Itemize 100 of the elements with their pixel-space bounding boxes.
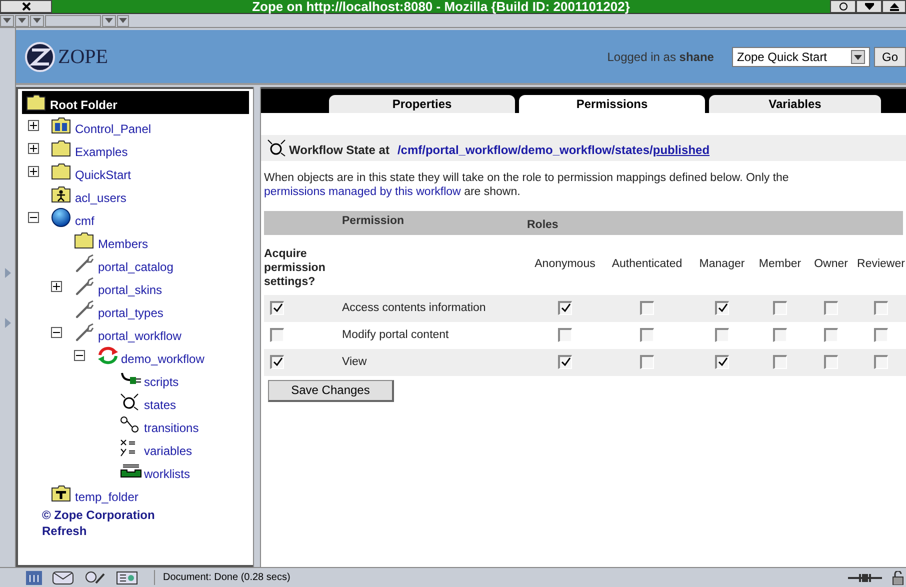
window-button[interactable]: [882, 0, 906, 13]
expand-toggle[interactable]: [28, 120, 39, 131]
checkbox[interactable]: [773, 300, 787, 315]
heading-label: Workflow State at: [289, 142, 390, 159]
logo-text: ZOPE: [58, 46, 108, 66]
status-text: Document: Done (0.28 secs): [154, 570, 838, 585]
tree-item-link[interactable]: Control_Panel: [75, 116, 152, 134]
toolbar-grip[interactable]: [30, 14, 44, 26]
checkbox[interactable]: [640, 328, 654, 342]
go-button[interactable]: Go: [874, 46, 906, 66]
checkbox[interactable]: [558, 300, 572, 315]
checkbox[interactable]: [773, 354, 787, 369]
checkbox[interactable]: [824, 328, 838, 342]
path-link[interactable]: published: [652, 137, 710, 159]
acquire-heading: Acquire permission settings?: [264, 235, 342, 295]
path-link[interactable]: /cmf/portal_workflow/demo_workflow/states/: [397, 137, 653, 159]
checkbox[interactable]: [270, 354, 284, 369]
tab[interactable]: Permissions: [519, 95, 705, 113]
tab[interactable]: Properties: [329, 95, 515, 113]
quick-start-select[interactable]: Zope Quick Start: [732, 46, 870, 66]
expand-toggle[interactable]: [28, 166, 39, 177]
tree-item-link[interactable]: transitions: [144, 416, 199, 434]
window-button[interactable]: [856, 0, 882, 13]
control-panel-icon: [51, 117, 71, 134]
close-button[interactable]: [0, 0, 52, 13]
tree-item-link[interactable]: cmf: [75, 208, 94, 226]
footer-link[interactable]: Refresh: [42, 523, 253, 539]
expand-toggle[interactable]: [28, 143, 39, 154]
plug-icon: [120, 372, 142, 386]
tree-item-link[interactable]: scripts: [144, 370, 179, 388]
right-triangle-icon: [4, 318, 10, 328]
tree-item-link[interactable]: states: [144, 392, 176, 410]
checkbox[interactable]: [558, 328, 572, 342]
composer-icon[interactable]: [84, 570, 106, 584]
checkbox[interactable]: [874, 300, 888, 315]
root-folder-label: Root Folder: [50, 96, 118, 114]
root-folder-header[interactable]: Root Folder: [22, 91, 249, 114]
toolbar-grip[interactable]: [117, 14, 129, 26]
tree-item-link[interactable]: variables: [144, 438, 192, 456]
checkbox[interactable]: [558, 354, 572, 369]
globe-icon: [51, 208, 71, 227]
permission-name: View: [342, 349, 527, 376]
wrench-icon: [74, 254, 94, 273]
tree-item-link[interactable]: worklists: [144, 462, 190, 480]
states-icon: [120, 392, 140, 410]
tray-icon: [120, 464, 142, 478]
tree-item-link[interactable]: temp_folder: [75, 484, 138, 502]
checkbox[interactable]: [270, 300, 284, 315]
toolbar-grip[interactable]: [0, 14, 14, 26]
collapse-toggle[interactable]: [74, 350, 85, 361]
temp-folder-icon: [51, 485, 71, 502]
collapse-toggle[interactable]: [51, 327, 62, 338]
tab[interactable]: Variables: [709, 95, 881, 113]
eject-icon: [890, 2, 898, 10]
tree-item-link[interactable]: Members: [98, 232, 148, 250]
checkbox[interactable]: [715, 300, 729, 315]
checkbox[interactable]: [874, 354, 888, 369]
tree-item-link[interactable]: portal_catalog: [98, 254, 174, 272]
window-button[interactable]: [830, 0, 856, 13]
mail-icon[interactable]: [52, 570, 74, 584]
folder-icon: [26, 94, 46, 111]
toolbar-grip[interactable]: [45, 14, 101, 26]
checkbox[interactable]: [824, 354, 838, 369]
address-book-icon[interactable]: [116, 570, 138, 584]
role-heading: Authenticated: [603, 235, 691, 295]
tree-item-link[interactable]: portal_types: [98, 300, 164, 318]
toolbar-grip[interactable]: [102, 14, 116, 26]
checkbox[interactable]: [715, 328, 729, 342]
checkbox[interactable]: [874, 328, 888, 342]
footer-link[interactable]: © Zope Corporation: [42, 507, 253, 523]
checkbox[interactable]: [824, 300, 838, 315]
tree-item-link[interactable]: portal_workflow: [98, 324, 182, 342]
checkbox[interactable]: [773, 328, 787, 342]
role-heading: Owner: [807, 235, 855, 295]
down-triangle-icon: [864, 3, 874, 10]
wrench-icon: [74, 277, 94, 296]
role-heading: Manager: [691, 235, 753, 295]
tree-item-link[interactable]: QuickStart: [75, 162, 132, 180]
window-title: Zope on http://localhost:8080 - Mozilla {Build ID: 2001101202}: [251, 0, 631, 13]
permissions-link[interactable]: permissions managed by this workflow: [264, 186, 461, 198]
lock-icon: [892, 570, 904, 584]
close-icon: [22, 2, 30, 11]
role-heading: Anonymous: [527, 235, 603, 295]
checkbox[interactable]: [270, 328, 284, 342]
tree-item-link[interactable]: demo_workflow: [121, 346, 204, 364]
checkbox[interactable]: [640, 300, 654, 315]
toolbar-grip[interactable]: [15, 14, 29, 26]
tree-item-link[interactable]: Examples: [75, 140, 128, 158]
tree-item-link[interactable]: portal_skins: [98, 278, 162, 296]
tree-item-link[interactable]: acl_users: [75, 186, 126, 204]
navigator-icon[interactable]: [26, 570, 42, 584]
description-text: When objects are in this state they will take on the role to permission mappings defined below. Only the permissions managed by this workflow are shown.: [264, 171, 790, 199]
permission-name: Modify portal content: [342, 322, 527, 349]
folder-icon: [51, 163, 71, 180]
save-changes-button[interactable]: Save Changes: [268, 380, 394, 402]
checkbox[interactable]: [715, 354, 729, 369]
checkbox[interactable]: [640, 354, 654, 369]
role-heading: Member: [753, 235, 807, 295]
collapse-toggle[interactable]: [28, 212, 39, 223]
expand-toggle[interactable]: [51, 281, 62, 292]
